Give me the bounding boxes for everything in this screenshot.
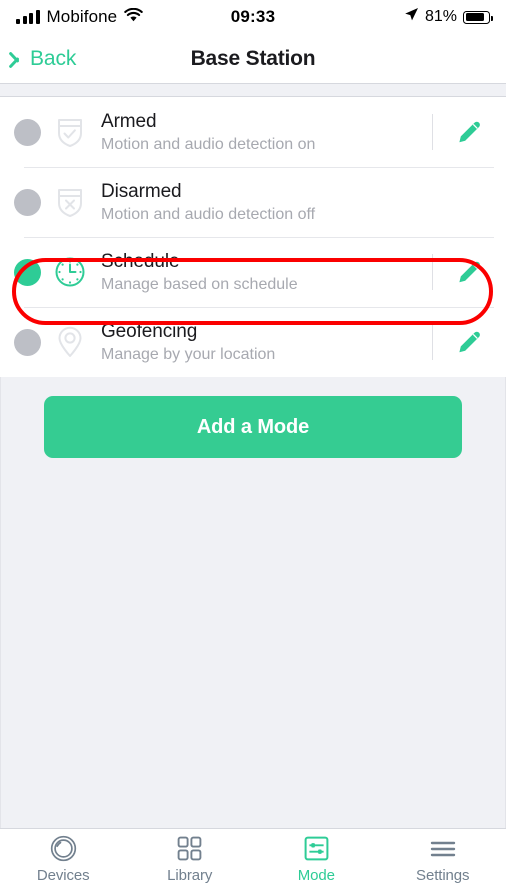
tab-mode[interactable]: Mode	[253, 829, 380, 890]
shield-x-icon	[47, 185, 93, 219]
mode-row-schedule[interactable]: Schedule Manage based on schedule	[0, 237, 506, 307]
shield-check-icon	[47, 115, 93, 149]
tab-label: Settings	[416, 867, 470, 884]
location-arrow-icon	[404, 7, 419, 27]
mode-row-geofencing[interactable]: Geofencing Manage by your location	[0, 307, 506, 377]
tab-label: Library	[167, 867, 213, 884]
mode-text-schedule: Schedule Manage based on schedule	[93, 250, 432, 295]
battery-percent-label: 81%	[424, 8, 457, 25]
status-bar-right: 81%	[404, 7, 493, 27]
add-mode-button[interactable]: Add a Mode	[44, 396, 462, 458]
mode-title: Armed	[101, 110, 157, 132]
bottom-tab-bar: Devices Library Mode Settings	[0, 828, 506, 890]
wifi-icon	[124, 7, 143, 27]
mode-edit-button-armed[interactable]	[432, 110, 506, 154]
mode-subtitle: Motion and audio detection off	[101, 205, 316, 223]
clock-icon	[47, 255, 93, 289]
tab-label: Mode	[297, 867, 335, 884]
mode-edit-placeholder-disarmed	[432, 180, 506, 224]
mode-title: Schedule	[101, 250, 180, 272]
sliders-icon	[304, 835, 329, 862]
back-button-label: Back	[30, 46, 77, 70]
pencil-icon	[459, 261, 480, 283]
mode-subtitle: Manage based on schedule	[101, 275, 298, 293]
mode-title: Geofencing	[101, 320, 198, 342]
hamburger-icon	[430, 835, 456, 862]
status-bar-left: Mobifone	[16, 7, 143, 27]
mode-text-geofencing: Geofencing Manage by your location	[93, 320, 432, 365]
mode-radio-armed[interactable]	[14, 118, 41, 146]
back-button[interactable]: Back	[14, 47, 76, 71]
status-bar: Mobifone 09:33 81%	[0, 0, 506, 34]
navigation-bar: Back Base Station	[0, 34, 506, 83]
signal-bars-icon	[16, 10, 40, 24]
mode-text-disarmed: Disarmed Motion and audio detection off	[93, 180, 432, 225]
mode-row-disarmed[interactable]: Disarmed Motion and audio detection off	[0, 167, 506, 237]
add-mode-section: Add a Mode	[0, 377, 506, 828]
app-screen: Mobifone 09:33 81% Back Base Station Arm…	[0, 0, 506, 890]
mode-radio-disarmed[interactable]	[14, 188, 41, 216]
battery-icon	[463, 10, 493, 24]
mode-text-armed: Armed Motion and audio detection on	[93, 110, 432, 155]
mode-radio-geofencing[interactable]	[14, 328, 41, 356]
mode-subtitle: Manage by your location	[101, 345, 276, 363]
grid-icon	[177, 835, 202, 862]
chevron-left-icon	[14, 48, 27, 70]
mode-radio-schedule[interactable]	[14, 258, 41, 286]
tab-label: Devices	[36, 867, 90, 884]
tab-library[interactable]: Library	[127, 829, 254, 890]
mode-row-armed[interactable]: Armed Motion and audio detection on	[0, 97, 506, 167]
tab-settings[interactable]: Settings	[380, 829, 506, 890]
camera-lens-icon	[50, 835, 77, 862]
section-gap	[0, 84, 506, 97]
mode-subtitle: Motion and audio detection on	[101, 135, 316, 153]
tab-devices[interactable]: Devices	[0, 829, 127, 890]
pencil-icon	[459, 331, 480, 353]
mode-edit-button-schedule[interactable]	[432, 250, 506, 294]
mode-title: Disarmed	[101, 180, 182, 202]
mode-edit-button-geofencing[interactable]	[432, 320, 506, 364]
mode-list: Armed Motion and audio detection on Disa…	[0, 97, 506, 377]
pencil-icon	[459, 121, 480, 143]
carrier-label: Mobifone	[46, 7, 118, 26]
map-pin-icon	[47, 325, 93, 359]
